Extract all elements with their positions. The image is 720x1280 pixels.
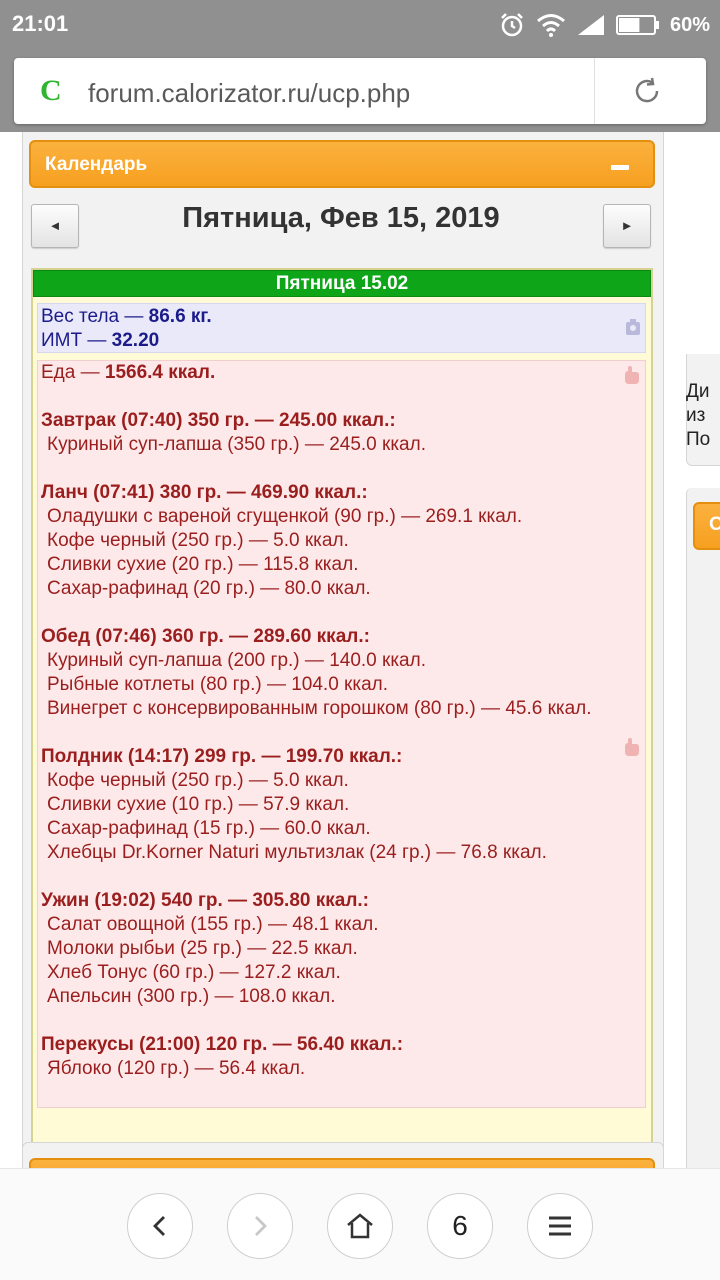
weight-label: Вес тела — [41, 306, 149, 327]
browser-toolbar: C forum.calorizator.ru/ucp.php [0, 50, 720, 132]
status-icons: 60% [498, 8, 710, 42]
side-panel-header[interactable]: О [693, 502, 720, 550]
back-button[interactable] [127, 1193, 193, 1259]
hand-icon[interactable] [621, 737, 641, 757]
next-day-button[interactable]: ► [603, 204, 651, 248]
meal-item: Винегрет с консервированным горошком (80… [47, 698, 592, 719]
calendar-header[interactable]: Календарь [29, 140, 655, 188]
meal-item: Кофе черный (250 гр.) — 5.0 ккал. [47, 770, 349, 791]
page-content: Календарь ◄ Пятница, Фев 15, 2019 ► Пятн… [0, 132, 720, 1168]
meal-item: Куриный суп-лапша (350 гр.) — 245.0 ккал… [47, 434, 426, 455]
bmi-value: 32.20 [111, 330, 160, 351]
scale-icon[interactable] [625, 318, 641, 336]
meal-item: Салат овощной (155 гр.) — 48.1 ккал. [47, 914, 379, 935]
battery-percent: 60% [669, 13, 710, 36]
meal-group: Полдник (14:17) 299 гр. — 199.70 ккал.: К… [41, 745, 642, 865]
reload-icon[interactable] [632, 76, 662, 106]
meal-item: Сахар-рафинад (20 гр.) — 80.0 ккал. [47, 578, 371, 599]
food-total: Еда — 1566.4 ккал. [41, 361, 642, 385]
meal-title: Завтрак (07:40) 350 гр. — 245.00 ккал.: [41, 410, 396, 431]
battery-icon [615, 15, 659, 35]
next-panel-header[interactable] [29, 1158, 655, 1168]
meal-item: Хлеб Тонус (60 гр.) — 127.2 ккал. [47, 962, 341, 983]
body-metrics: Вес тела — 86.6 кг. ИМТ — 32.20 [37, 303, 646, 353]
status-time: 21:01 [12, 11, 69, 36]
food-total-label: Еда — [41, 362, 105, 383]
back-icon [153, 1216, 165, 1236]
date-title: Пятница, Фев 15, 2019 [182, 202, 500, 234]
meal-group: Ужин (19:02) 540 гр. — 305.80 ккал.: Сала… [41, 889, 642, 1009]
weight-line: Вес тела — 86.6 кг. [41, 305, 642, 329]
meal-item: Апельсин (300 гр.) — 108.0 ккал. [47, 986, 336, 1007]
meal-item: Кофе черный (250 гр.) — 5.0 ккал. [47, 530, 349, 551]
side-text-clipped: Ди из По [686, 380, 720, 452]
address-divider [594, 58, 595, 124]
bottom-nav-bar: 6 [0, 1168, 720, 1280]
minimize-icon[interactable] [611, 165, 629, 170]
menu-icon [549, 1216, 571, 1236]
calendar-title: Календарь [45, 154, 148, 175]
meal-group: Перекусы (21:00) 120 гр. — 56.40 ккал.: Я… [41, 1033, 642, 1081]
meal-item: Хлебцы Dr.Korner Naturi мультизлак (24 г… [47, 842, 547, 863]
forward-icon [255, 1216, 267, 1236]
alarm-icon [501, 13, 523, 37]
site-badge-icon: C [40, 74, 62, 107]
status-bar: 21:01 60% [0, 0, 720, 50]
prev-day-button[interactable]: ◄ [31, 204, 79, 248]
meal-title: Обед (07:46) 360 гр. — 289.60 ккал.: [41, 626, 370, 647]
meal-item: Куриный суп-лапша (200 гр.) — 140.0 ккал… [47, 650, 426, 671]
tabs-button[interactable]: 6 [427, 1193, 493, 1259]
meal-list: Завтрак (07:40) 350 гр. — 245.00 ккал.: К… [41, 409, 642, 1081]
meal-group: Обед (07:46) 360 гр. — 289.60 ккал.: Кури… [41, 625, 642, 721]
signal-icon [577, 15, 604, 35]
meal-title: Полдник (14:17) 299 гр. — 199.70 ккал.: [41, 746, 403, 767]
meal-title: Ланч (07:41) 380 гр. — 469.90 ккал.: [41, 482, 368, 503]
forward-button[interactable] [227, 1193, 293, 1259]
url-text[interactable]: forum.calorizator.ru/ucp.php [88, 78, 410, 109]
side-line: из [686, 405, 706, 426]
hand-icon[interactable] [621, 365, 641, 385]
meal-item: Сливки сухие (10 гр.) — 57.9 ккал. [47, 794, 350, 815]
meal-item: Сахар-рафинад (15 гр.) — 60.0 ккал. [47, 818, 371, 839]
side-line: Ди [686, 381, 710, 402]
meal-item: Яблоко (120 гр.) — 56.4 ккал. [47, 1058, 306, 1079]
food-log: Еда — 1566.4 ккал. Завтрак (07:40) 350 г… [37, 360, 646, 1108]
day-entry: Пятница 15.02 Вес тела — 86.6 кг. ИМТ — … [31, 268, 653, 1168]
home-icon [347, 1213, 373, 1239]
meal-title: Перекусы (21:00) 120 гр. — 56.40 ккал.: [41, 1034, 404, 1055]
meal-item: Сливки сухие (20 гр.) — 115.8 ккал. [47, 554, 359, 575]
wifi-icon [537, 14, 565, 37]
meal-group: Завтрак (07:40) 350 гр. — 245.00 ккал.: К… [41, 409, 642, 457]
tabs-icon: 6 [452, 1210, 468, 1241]
address-bar[interactable]: C forum.calorizator.ru/ucp.php [14, 58, 706, 124]
day-header: Пятница 15.02 [33, 270, 651, 297]
meal-item: Молоки рыбьи (25 гр.) — 22.5 ккал. [47, 938, 358, 959]
weight-value: 86.6 кг. [148, 306, 212, 327]
bmi-label: ИМТ — [41, 330, 112, 351]
side-panel-2 [686, 488, 720, 1168]
bmi-line: ИМТ — 32.20 [41, 329, 642, 353]
menu-button[interactable] [527, 1193, 593, 1259]
meal-title: Ужин (19:02) 540 гр. — 305.80 ккал.: [41, 890, 369, 911]
meal-group: Ланч (07:41) 380 гр. — 469.90 ккал.: Олад… [41, 481, 642, 601]
meal-item: Рыбные котлеты (80 гр.) — 104.0 ккал. [47, 674, 389, 695]
side-line: По [686, 429, 711, 450]
home-button[interactable] [327, 1193, 393, 1259]
meal-item: Оладушки с вареной сгущенкой (90 гр.) — … [47, 506, 523, 527]
food-total-value: 1566.4 ккал. [104, 362, 216, 383]
